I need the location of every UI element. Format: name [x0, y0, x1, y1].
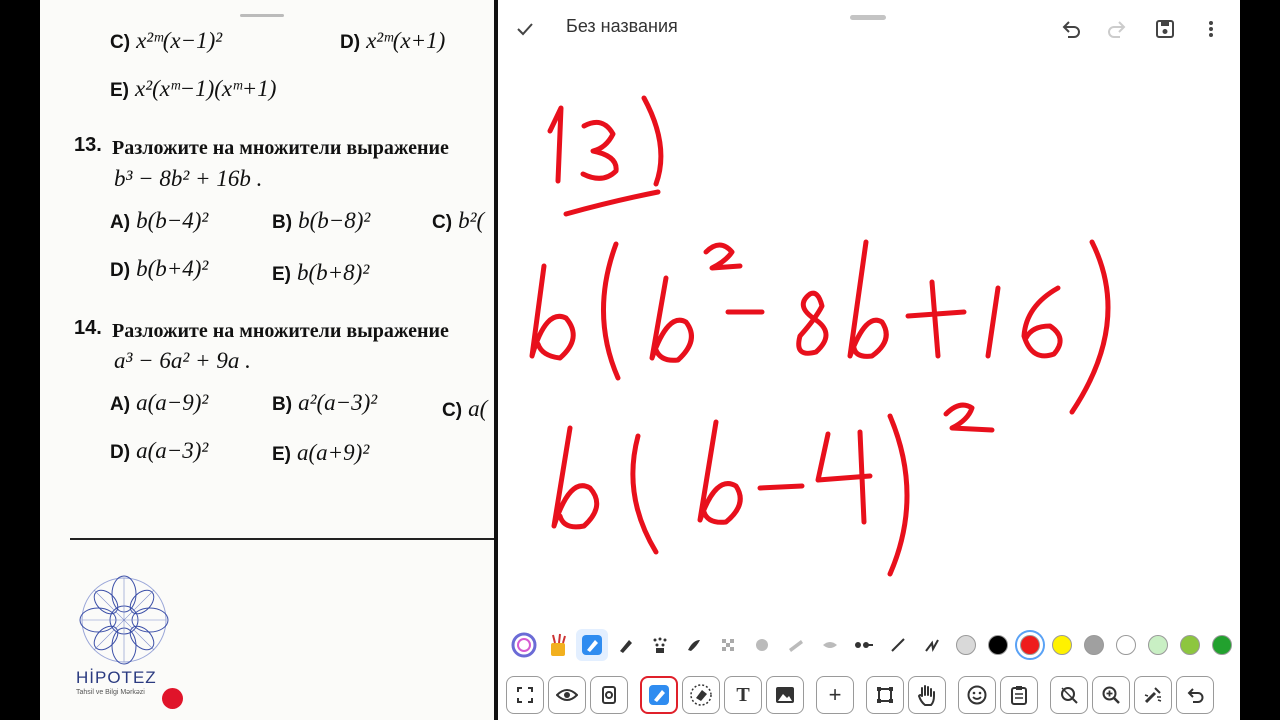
title-bar: Без названия	[498, 0, 1240, 56]
page-divider	[70, 538, 494, 540]
prev-option-c: C) x²ᵐ(x−1)²	[110, 28, 223, 53]
question-14-text: Разложите на множители выражение	[112, 320, 449, 342]
brush-icon[interactable]	[678, 629, 710, 661]
handwriting-line-2	[529, 239, 1111, 415]
handwriting-line-3	[551, 402, 995, 577]
color-swatch-lime[interactable]	[1180, 635, 1200, 655]
spray-icon[interactable]	[644, 629, 676, 661]
logo-tagline: Tahsil ve Bilgi Mərkəzi	[76, 689, 145, 696]
pencil-cup-icon[interactable]	[542, 629, 574, 661]
q14-option-a: A) a(a−9)²	[110, 390, 209, 415]
question-13-text: Разложите на множители выражение	[112, 137, 449, 159]
eye-icon[interactable]	[548, 676, 586, 714]
eraser-icon[interactable]	[682, 676, 720, 714]
q13-option-a: A) b(b−4)²	[110, 208, 209, 233]
zoom-in-icon[interactable]	[1092, 676, 1130, 714]
more-menu-icon[interactable]	[1196, 14, 1226, 44]
dotted-line-icon[interactable]	[848, 629, 880, 661]
q13-option-e: E) b(b+8)²	[272, 260, 370, 285]
q13-option-c: C) b²(	[432, 208, 485, 233]
emoji-icon[interactable]	[958, 676, 996, 714]
fullscreen-icon[interactable]	[506, 676, 544, 714]
color-swatch-green[interactable]	[1212, 635, 1232, 655]
text-tool-icon[interactable]: T	[724, 676, 762, 714]
pen-toolbar	[498, 628, 1240, 662]
save-icon[interactable]	[1150, 14, 1180, 44]
chalk-icon[interactable]	[780, 629, 812, 661]
whiteboard-app: Без названия T +	[498, 0, 1240, 720]
no-lasso-icon[interactable]	[1050, 676, 1088, 714]
color-swatch-light-gray[interactable]	[956, 635, 976, 655]
color-swatch-red[interactable]	[1015, 630, 1045, 660]
logo-name: HİPOTEZ	[76, 668, 157, 687]
scroll-indicator	[240, 14, 284, 17]
image-icon[interactable]	[766, 676, 804, 714]
pen-preset-selected-icon[interactable]	[576, 629, 608, 661]
smudge-icon[interactable]	[814, 629, 846, 661]
drawing-canvas[interactable]	[498, 56, 1240, 626]
question-13-number: 13.	[74, 134, 102, 156]
q14-option-b: B) a²(a−3)²	[272, 390, 378, 415]
q13-option-d: D) b(b+4)²	[110, 256, 209, 281]
hipotez-logo-icon	[79, 575, 169, 665]
clipboard-icon[interactable]	[1000, 676, 1038, 714]
main-toolbar: T +	[506, 675, 1240, 715]
record-dot-icon	[162, 688, 183, 709]
crop-icon[interactable]	[866, 676, 904, 714]
q14-option-d: D) a(a−3)²	[110, 438, 209, 463]
check-icon[interactable]	[510, 14, 540, 44]
document-page: C) x²ᵐ(x−1)² D) x²ᵐ(x+1) E) x²(xᵐ−1)(xᵐ+1) …	[40, 0, 494, 720]
hand-icon[interactable]	[908, 676, 946, 714]
undo-toolbar-icon[interactable]	[1176, 676, 1214, 714]
q14-option-c: C) a(	[442, 396, 488, 421]
color-swatch-black[interactable]	[988, 635, 1008, 655]
texture-icon[interactable]	[746, 629, 778, 661]
question-14-expression: a³ − 6a² + 9a .	[114, 348, 251, 373]
add-icon[interactable]: +	[816, 676, 854, 714]
q13-option-b: B) b(b−8)²	[272, 208, 371, 233]
redo-icon[interactable]	[1102, 14, 1132, 44]
board-title[interactable]: Без названия	[566, 16, 678, 37]
undo-icon[interactable]	[1056, 14, 1086, 44]
color-swatch-yellow[interactable]	[1052, 635, 1072, 655]
color-swatch-light-green[interactable]	[1148, 635, 1168, 655]
handwriting-line-1	[547, 95, 664, 217]
color-swatch-white[interactable]	[1116, 635, 1136, 655]
drag-handle[interactable]	[850, 15, 886, 20]
q14-option-e: E) a(a+9)²	[272, 440, 370, 465]
prev-option-e: E) x²(xᵐ−1)(xᵐ+1)	[110, 76, 277, 101]
arrow-line-icon[interactable]	[916, 629, 948, 661]
clear-icon[interactable]	[1134, 676, 1172, 714]
pen-tool-icon[interactable]	[640, 676, 678, 714]
color-wheel-icon[interactable]	[508, 629, 540, 661]
question-14-number: 14.	[74, 317, 102, 339]
prev-option-d: D) x²ᵐ(x+1)	[340, 28, 446, 53]
question-13-expression: b³ − 8b² + 16b .	[114, 166, 263, 191]
line-tool-icon[interactable]	[882, 629, 914, 661]
marker-icon[interactable]	[610, 629, 642, 661]
color-swatch-gray[interactable]	[1084, 635, 1104, 655]
page-settings-icon[interactable]	[590, 676, 628, 714]
pattern-icon[interactable]	[712, 629, 744, 661]
